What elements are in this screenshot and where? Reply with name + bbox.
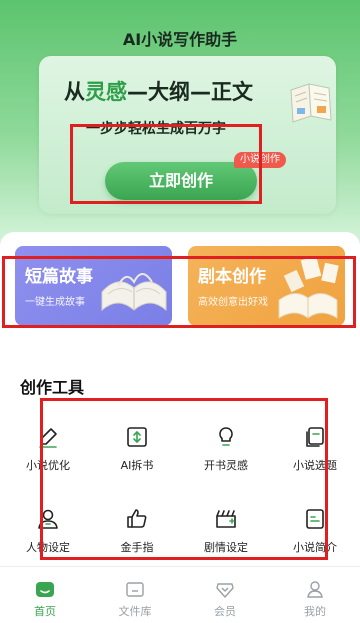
- tool-ai-split-book[interactable]: AI拆书: [95, 425, 179, 495]
- hero-headline: 从灵感—大纲—正文: [64, 80, 253, 104]
- script-create-title: 剧本创作: [198, 267, 266, 287]
- tool-book-inspiration[interactable]: 开书灵感: [184, 425, 268, 495]
- tool-label: 开书灵感: [204, 459, 248, 472]
- home-icon: [36, 582, 54, 597]
- tool-novel-topic[interactable]: 小说选题: [273, 425, 357, 495]
- script-create-desc: 高效创意出好戏: [198, 297, 268, 308]
- novel-create-badge: 小说创作: [234, 152, 286, 168]
- nav-item-mine[interactable]: 我的: [270, 575, 360, 619]
- script-create-card[interactable]: 剧本创作 高效创意出好戏: [188, 246, 345, 326]
- tool-label: 小说简介: [293, 541, 337, 554]
- open-book-illustration: [290, 83, 332, 123]
- tool-label: 金手指: [120, 541, 154, 554]
- nav-label: 首页: [34, 605, 56, 618]
- folder-icon: [126, 582, 144, 597]
- tool-label: 小说选题: [293, 459, 337, 472]
- lightbulb-icon: [219, 427, 233, 446]
- app-title: AI小说写作助手: [122, 30, 238, 49]
- split-book-icon: [127, 427, 147, 447]
- tool-label: 剧情设定: [204, 541, 248, 554]
- bottom-navigation: 首页 文件库 会员 我的: [0, 566, 360, 623]
- clapperboard-icon: [216, 510, 236, 528]
- tools-section-title: 创作工具: [20, 378, 85, 397]
- document-icon: [306, 509, 324, 529]
- vip-heart-icon: [216, 583, 234, 598]
- flying-pages-image: [278, 256, 339, 319]
- profile-icon: [307, 581, 323, 598]
- hero-subtitle: 一步步轻松生成百万字: [86, 121, 226, 137]
- thumbs-up-icon: [127, 509, 147, 528]
- topic-card-icon: [306, 427, 324, 447]
- tool-label: 小说优化: [26, 459, 70, 472]
- nav-item-files[interactable]: 文件库: [90, 575, 180, 619]
- hero-banner: 从灵感—大纲—正文 一步步轻松生成百万字 立即创作 小说创作: [39, 56, 336, 214]
- tool-novel-optimize[interactable]: 小说优化: [6, 425, 90, 495]
- nav-item-membership[interactable]: 会员: [180, 575, 270, 619]
- pen-icon: [39, 428, 57, 448]
- tool-label: 人物设定: [26, 541, 70, 554]
- short-story-title: 短篇故事: [25, 267, 93, 287]
- nav-label: 会员: [214, 605, 236, 618]
- open-book-image: [101, 273, 167, 312]
- short-story-card[interactable]: 短篇故事 一键生成故事: [15, 246, 172, 326]
- short-story-desc: 一键生成故事: [25, 297, 85, 308]
- person-icon: [38, 509, 58, 529]
- nav-label: 我的: [304, 605, 326, 618]
- nav-label: 文件库: [118, 605, 152, 618]
- tool-label: AI拆书: [120, 459, 154, 472]
- nav-item-home[interactable]: 首页: [0, 575, 90, 619]
